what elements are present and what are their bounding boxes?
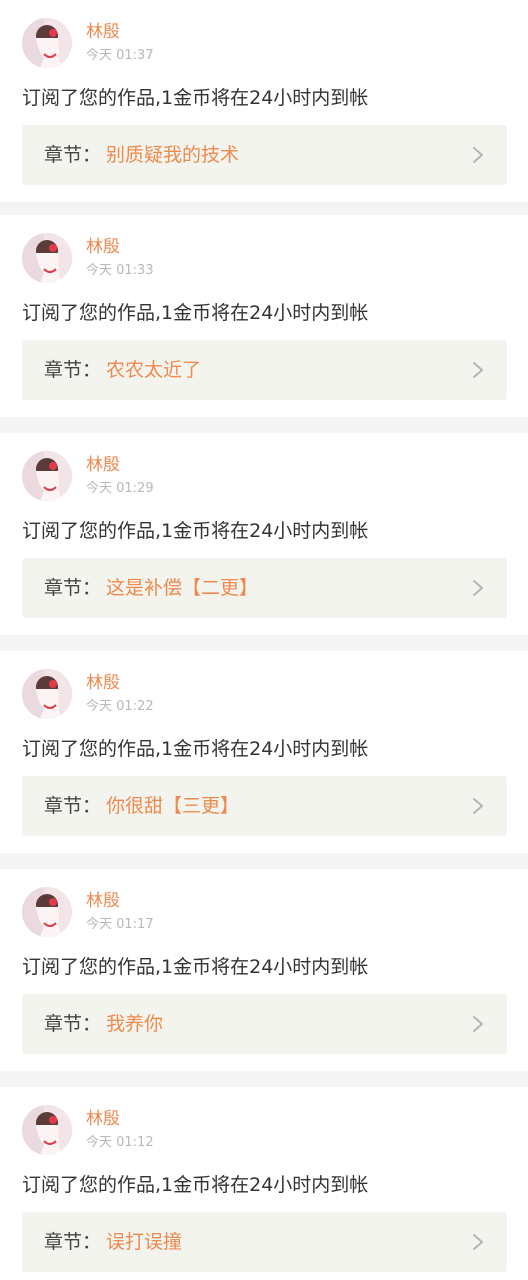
chevron-right-icon[interactable] — [471, 1232, 485, 1252]
chapter-link[interactable]: 章节： 误打误撞 — [22, 1212, 507, 1272]
subscription-message: 订阅了您的作品,1金币将在24小时内到帐 — [22, 87, 369, 109]
chapter-label: 章节： — [44, 144, 102, 166]
subscription-message: 订阅了您的作品,1金币将在24小时内到帐 — [22, 1174, 369, 1196]
chapter-link[interactable]: 章节： 农农太近了 — [22, 340, 507, 400]
chapter-title[interactable]: 农农太近了 — [106, 356, 201, 384]
chapter-title[interactable]: 这是补偿【二更】 — [106, 574, 258, 602]
avatar-image — [22, 887, 72, 937]
avatar[interactable] — [22, 1105, 72, 1155]
avatar[interactable] — [22, 233, 72, 283]
notification-card: 林殷 今天 01:22 订阅了您的作品,1金币将在24小时内到帐 章节： 你很甜… — [0, 651, 528, 853]
notification-card: 林殷 今天 01:17 订阅了您的作品,1金币将在24小时内到帐 章节： 我养你 — [0, 869, 528, 1071]
user-name[interactable]: 林殷 — [86, 453, 120, 477]
notification-feed[interactable]: 林殷 今天 01:37 订阅了您的作品,1金币将在24小时内到帐 章节： 别质疑… — [0, 0, 528, 1280]
timestamp: 今天 01:29 — [86, 481, 154, 496]
user-name[interactable]: 林殷 — [86, 889, 120, 913]
user-name[interactable]: 林殷 — [86, 1107, 120, 1131]
notification-card: 林殷 今天 01:37 订阅了您的作品,1金币将在24小时内到帐 章节： 别质疑… — [0, 0, 528, 202]
avatar[interactable] — [22, 887, 72, 937]
chapter-label: 章节： — [44, 1231, 102, 1253]
chapter-title[interactable]: 你很甜【三更】 — [106, 792, 239, 820]
chapter-link[interactable]: 章节： 别质疑我的技术 — [22, 125, 507, 185]
chapter-label: 章节： — [44, 359, 102, 381]
timestamp: 今天 01:17 — [86, 917, 154, 932]
subscription-message: 订阅了您的作品,1金币将在24小时内到帐 — [22, 520, 369, 542]
subscription-message: 订阅了您的作品,1金币将在24小时内到帐 — [22, 956, 369, 978]
avatar[interactable] — [22, 451, 72, 501]
avatar-image — [22, 233, 72, 283]
chapter-title[interactable]: 我养你 — [106, 1010, 163, 1038]
timestamp: 今天 01:33 — [86, 263, 154, 278]
subscription-message: 订阅了您的作品,1金币将在24小时内到帐 — [22, 738, 369, 760]
chapter-label: 章节： — [44, 1013, 102, 1035]
subscription-message: 订阅了您的作品,1金币将在24小时内到帐 — [22, 302, 369, 324]
user-name[interactable]: 林殷 — [86, 235, 120, 259]
avatar[interactable] — [22, 669, 72, 719]
chapter-link[interactable]: 章节： 这是补偿【二更】 — [22, 558, 507, 618]
avatar-image — [22, 18, 72, 68]
avatar-image — [22, 451, 72, 501]
avatar-image — [22, 669, 72, 719]
chevron-right-icon[interactable] — [471, 796, 485, 816]
chapter-link[interactable]: 章节： 我养你 — [22, 994, 507, 1054]
chapter-title[interactable]: 别质疑我的技术 — [106, 141, 239, 169]
chapter-title[interactable]: 误打误撞 — [106, 1228, 182, 1256]
chapter-label: 章节： — [44, 577, 102, 599]
chevron-right-icon[interactable] — [471, 578, 485, 598]
chevron-right-icon[interactable] — [471, 145, 485, 165]
user-name[interactable]: 林殷 — [86, 671, 120, 695]
notification-card: 林殷 今天 01:33 订阅了您的作品,1金币将在24小时内到帐 章节： 农农太… — [0, 215, 528, 417]
avatar[interactable] — [22, 18, 72, 68]
chapter-label: 章节： — [44, 795, 102, 817]
chevron-right-icon[interactable] — [471, 360, 485, 380]
notification-card: 林殷 今天 01:12 订阅了您的作品,1金币将在24小时内到帐 章节： 误打误… — [0, 1087, 528, 1280]
user-name[interactable]: 林殷 — [86, 20, 120, 44]
timestamp: 今天 01:12 — [86, 1135, 154, 1150]
chapter-link[interactable]: 章节： 你很甜【三更】 — [22, 776, 507, 836]
timestamp: 今天 01:22 — [86, 699, 154, 714]
notification-card: 林殷 今天 01:29 订阅了您的作品,1金币将在24小时内到帐 章节： 这是补… — [0, 433, 528, 635]
timestamp: 今天 01:37 — [86, 48, 154, 63]
avatar-image — [22, 1105, 72, 1155]
chevron-right-icon[interactable] — [471, 1014, 485, 1034]
